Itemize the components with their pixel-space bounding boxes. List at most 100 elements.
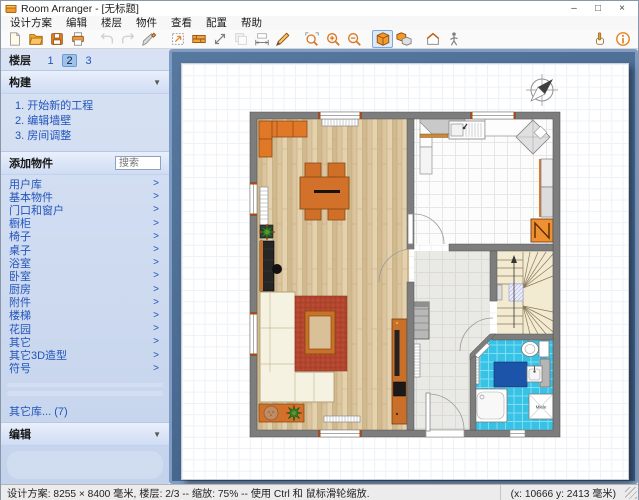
objects-3d-icon	[396, 31, 412, 47]
drawing-canvas[interactable]: Miele	[169, 49, 638, 484]
chevron-right-icon: >	[153, 204, 159, 215]
window-controls: –□×	[562, 1, 634, 16]
minimize-button[interactable]: –	[562, 1, 586, 16]
search-input[interactable]	[115, 156, 161, 170]
chevron-right-icon: >	[153, 231, 159, 242]
floor-tab[interactable]: 1	[43, 54, 58, 67]
edit-section-header[interactable]: 编辑 ▼	[1, 422, 169, 446]
build-step-link[interactable]: 2. 编辑墙壁	[15, 114, 169, 129]
cursor-coordinates: (x: 10666 y: 2413 毫米)	[500, 485, 632, 500]
potted-plant[interactable]	[259, 224, 275, 240]
chevron-right-icon: >	[153, 336, 159, 347]
resize-icon	[212, 31, 228, 47]
open-folder-button[interactable]	[25, 30, 46, 48]
floor-tab[interactable]: 2	[62, 54, 77, 67]
title-bar: Room Arranger - [无标题] –□×	[1, 1, 638, 16]
svg-text:Miele: Miele	[536, 405, 547, 410]
clone-button[interactable]	[230, 30, 251, 48]
hall-shelf[interactable]	[412, 302, 429, 339]
redo-button[interactable]	[117, 30, 138, 48]
compass-icon[interactable]	[526, 74, 558, 106]
caret-down-icon: ▼	[153, 430, 161, 439]
add-objects-title: 添加物件	[9, 155, 53, 171]
kitchen-wall-cabinets[interactable]	[539, 159, 553, 217]
new-file-icon	[7, 31, 23, 47]
menu-item[interactable]: 设计方案	[3, 16, 59, 30]
resize-grip[interactable]	[625, 487, 637, 499]
tv-cabinet[interactable]	[392, 319, 407, 424]
toilet[interactable]	[522, 341, 550, 357]
status-text: 设计方案: 8255 × 8400 毫米, 楼层: 2/3 -- 缩放: 75%…	[7, 485, 500, 500]
dimension-button[interactable]	[251, 30, 272, 48]
toolbar	[1, 30, 638, 49]
build-step-link[interactable]: 1. 开始新的工程	[15, 99, 169, 114]
other-libraries-link[interactable]: 其它库... (7)	[1, 401, 169, 422]
print-button[interactable]	[67, 30, 88, 48]
resize-button[interactable]	[209, 30, 230, 48]
floor-tabs: 123	[43, 54, 96, 67]
undo-button[interactable]	[96, 30, 117, 48]
menu-item[interactable]: 楼层	[94, 16, 129, 30]
floor-tab[interactable]: 3	[81, 54, 96, 67]
objects-3d-button[interactable]	[393, 30, 414, 48]
bathroom-sink[interactable]	[527, 366, 542, 382]
about-button[interactable]	[612, 30, 633, 48]
build-steps: 1. 开始新的工程2. 编辑墙壁3. 房间调整	[1, 94, 169, 151]
new-file-button[interactable]	[4, 30, 25, 48]
shower-tray[interactable]	[474, 389, 507, 422]
room-arranger-window: { "window": { "title": "Room Arranger - …	[0, 0, 639, 500]
zoom-out-button[interactable]	[343, 30, 364, 48]
walkthrough-button[interactable]	[443, 30, 464, 48]
stair-landing[interactable]	[509, 284, 523, 301]
save-button[interactable]	[46, 30, 67, 48]
brush-button[interactable]	[138, 30, 159, 48]
chevron-right-icon: >	[153, 284, 159, 295]
pointer-mode-button[interactable]	[589, 30, 610, 48]
main-area: 楼层 123 构建 ▼ 1. 开始新的工程2. 编辑墙壁3. 房间调整 添加物件…	[1, 49, 638, 484]
build-section-header[interactable]: 构建 ▼	[1, 70, 169, 94]
zoom-fit-button[interactable]	[301, 30, 322, 48]
radiator[interactable]	[414, 344, 420, 377]
coffee-table[interactable]	[305, 311, 335, 354]
floors-row: 楼层 123	[1, 49, 169, 70]
refrigerator[interactable]	[531, 219, 553, 242]
pencil-icon	[275, 31, 291, 47]
pencil-button[interactable]	[272, 30, 293, 48]
room-wizard-button[interactable]	[167, 30, 188, 48]
radiator[interactable]	[260, 187, 268, 225]
menu-item[interactable]: 查看	[164, 16, 199, 30]
bath-mat[interactable]	[494, 362, 527, 387]
chevron-right-icon: >	[153, 310, 159, 321]
house-3d-button[interactable]	[422, 30, 443, 48]
radiator[interactable]	[324, 416, 360, 422]
chevron-right-icon: >	[153, 270, 159, 281]
menu-item[interactable]: 编辑	[59, 16, 94, 30]
save-icon	[49, 31, 65, 47]
zoom-in-button[interactable]	[322, 30, 343, 48]
close-button[interactable]: ×	[610, 1, 634, 16]
menu-item[interactable]: 配置	[199, 16, 234, 30]
menu-item[interactable]: 帮助	[234, 16, 269, 30]
menu-bar: 设计方案编辑楼层物件查看配置帮助	[1, 16, 638, 30]
chevron-right-icon: >	[153, 363, 159, 374]
menu-item[interactable]: 物件	[129, 16, 164, 30]
print-icon	[70, 31, 86, 47]
view-3d-button[interactable]	[372, 30, 393, 48]
stool[interactable]	[272, 264, 282, 274]
build-step-link[interactable]: 3. 房间调整	[15, 129, 169, 144]
brush-icon	[141, 31, 157, 47]
floors-label: 楼层	[9, 52, 31, 68]
washing-machine[interactable]: Miele	[529, 394, 553, 419]
corner-bench[interactable]	[259, 404, 304, 422]
maximize-button[interactable]: □	[586, 1, 610, 16]
tall-cabinet[interactable]	[260, 241, 274, 291]
add-objects-header: 添加物件	[1, 151, 169, 175]
sidebar: 楼层 123 构建 ▼ 1. 开始新的工程2. 编辑墙壁3. 房间调整 添加物件…	[1, 49, 169, 484]
wall-button[interactable]	[188, 30, 209, 48]
kitchen-sink[interactable]	[449, 121, 485, 139]
floor-plan-svg[interactable]: Miele	[182, 64, 630, 481]
plan-page[interactable]: Miele	[181, 63, 629, 480]
sidebar-category[interactable]: 符号 >	[1, 362, 169, 375]
zoom-fit-icon	[304, 31, 320, 47]
chevron-right-icon: >	[153, 297, 159, 308]
